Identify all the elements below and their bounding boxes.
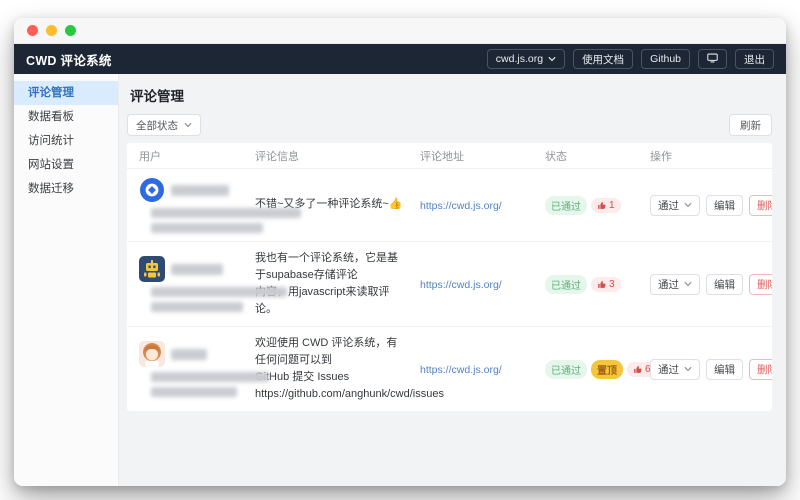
actions-cell: 通过 编辑 删除	[638, 194, 772, 216]
status-filter-value: 全部状态	[136, 119, 178, 132]
comment-url-link[interactable]: https://cwd.js.org/	[420, 279, 502, 291]
page-title: 评论管理	[130, 89, 184, 104]
app-header: CWD 评论系统 cwd.js.org 使用文档 Github 退出	[14, 44, 786, 74]
desktop-background: CWD 评论系统 cwd.js.org 使用文档 Github 退出 评论管理 …	[0, 0, 800, 500]
likes-badge: 1	[591, 197, 621, 213]
github-button[interactable]: Github	[641, 49, 690, 69]
col-header-actions: 操作	[650, 150, 672, 163]
traffic-light-zoom-button[interactable]	[65, 25, 76, 36]
display-mode-button[interactable]	[698, 49, 727, 69]
actions-cell: 通过 编辑 删除	[638, 358, 772, 380]
monitor-icon	[707, 53, 718, 66]
status-cell: 已通过 置顶 6	[533, 359, 657, 379]
col-header-url: 评论地址	[420, 150, 464, 163]
status-badge-approved: 已通过	[545, 195, 587, 215]
chevron-down-icon	[684, 365, 692, 373]
actions-cell: 通过 编辑 删除	[638, 273, 772, 295]
window-titlebar	[14, 18, 786, 44]
chevron-down-icon	[184, 121, 192, 129]
col-header-user: 用户	[139, 150, 161, 163]
sidebar-item-dashboard[interactable]: 数据看板	[14, 105, 118, 129]
col-header-status: 状态	[545, 150, 567, 163]
redacted-username	[171, 348, 207, 360]
app-title: CWD 评论系统	[26, 53, 112, 68]
likes-badge: 3	[591, 276, 621, 292]
site-select-value: cwd.js.org	[495, 53, 544, 65]
toolbar: 全部状态 刷新	[127, 114, 772, 136]
delete-button[interactable]: 删除	[749, 358, 772, 380]
sidebar-item-comment-management[interactable]: 评论管理	[14, 81, 118, 105]
app-window: CWD 评论系统 cwd.js.org 使用文档 Github 退出 评论管理 …	[14, 18, 786, 486]
sidebar-item-data-migration[interactable]: 数据迁移	[14, 177, 118, 201]
user-cell	[127, 341, 269, 398]
sidebar-nav: 评论管理 数据看板 访问统计 网站设置 数据迁移	[14, 74, 119, 486]
comments-table: 用户 评论信息 评论地址 状态 操作 不错~又多了一种评论系统~👍 https:…	[127, 143, 772, 412]
redacted-email	[151, 208, 301, 218]
likes-count: 1	[609, 199, 615, 211]
thumbs-up-icon	[597, 280, 606, 289]
edit-button[interactable]: 编辑	[706, 194, 743, 216]
status-filter-select[interactable]: 全部状态	[127, 114, 201, 136]
main-content: 评论管理 全部状态 刷新 用户 评论信息 评论地址 状态 操作 不错~又多了一种…	[119, 74, 786, 486]
chevron-down-icon	[684, 201, 692, 209]
col-header-comment: 评论信息	[255, 150, 299, 163]
delete-button[interactable]: 删除	[749, 273, 772, 295]
status-cell: 已通过 1	[533, 195, 638, 215]
approve-select[interactable]: 通过	[650, 358, 700, 380]
redacted-date	[151, 223, 263, 233]
pinned-badge: 置顶	[591, 359, 623, 379]
comment-url-link[interactable]: https://cwd.js.org/	[420, 200, 502, 212]
app-header-actions: cwd.js.org 使用文档 Github 退出	[486, 49, 774, 69]
table-row: 欢迎使用 CWD 评论系统，有任何问题可以到 GitHub 提交 Issues …	[127, 327, 772, 411]
edit-button[interactable]: 编辑	[706, 273, 743, 295]
edit-button[interactable]: 编辑	[706, 358, 743, 380]
app-body: 评论管理 数据看板 访问统计 网站设置 数据迁移 评论管理 全部状态 刷新 用户…	[14, 74, 786, 486]
approve-select[interactable]: 通过	[650, 194, 700, 216]
approve-select-value: 通过	[658, 199, 679, 212]
user-cell	[127, 256, 287, 313]
thumbs-up-icon	[597, 201, 606, 210]
status-badge-approved: 已通过	[545, 359, 587, 379]
user-cell	[127, 177, 301, 233]
avatar-anime-character	[139, 341, 165, 368]
chevron-down-icon	[684, 280, 692, 288]
table-header-row: 用户 评论信息 评论地址 状态 操作	[127, 143, 772, 169]
avatar-pixel-robot	[139, 256, 165, 283]
redacted-email	[151, 287, 287, 298]
status-badge-approved: 已通过	[545, 274, 587, 294]
delete-button[interactable]: 删除	[749, 194, 772, 216]
sidebar-item-site-settings[interactable]: 网站设置	[14, 153, 118, 177]
comment-text: 我也有一个评论系统，它是基于supabase存储评论 内容，用javascrip…	[255, 252, 398, 316]
table-row: 不错~又多了一种评论系统~👍 https://cwd.js.org/ 已通过 1	[127, 169, 772, 242]
table-row: 我也有一个评论系统，它是基于supabase存储评论 内容，用javascrip…	[127, 242, 772, 328]
likes-count: 3	[609, 278, 615, 290]
redacted-date	[151, 387, 237, 398]
traffic-light-close-button[interactable]	[27, 25, 38, 36]
redacted-email	[151, 372, 269, 383]
site-select[interactable]: cwd.js.org	[486, 49, 566, 69]
sidebar-item-visit-stats[interactable]: 访问统计	[14, 129, 118, 153]
chevron-down-icon	[548, 55, 556, 63]
approve-select-value: 通过	[658, 363, 679, 376]
comment-text: 欢迎使用 CWD 评论系统，有任何问题可以到 GitHub 提交 Issues …	[255, 337, 444, 401]
refresh-button[interactable]: 刷新	[729, 114, 772, 136]
approve-select-value: 通过	[658, 278, 679, 291]
redacted-date	[151, 302, 243, 313]
docs-button[interactable]: 使用文档	[573, 49, 634, 69]
comment-url-link[interactable]: https://cwd.js.org/	[420, 364, 502, 376]
redacted-username	[171, 263, 223, 275]
logout-button[interactable]: 退出	[735, 49, 774, 69]
status-cell: 已通过 3	[533, 274, 638, 294]
approve-select[interactable]: 通过	[650, 273, 700, 295]
traffic-light-minimize-button[interactable]	[46, 25, 57, 36]
avatar-blue-compass-logo	[139, 177, 165, 203]
redacted-username	[171, 184, 229, 196]
